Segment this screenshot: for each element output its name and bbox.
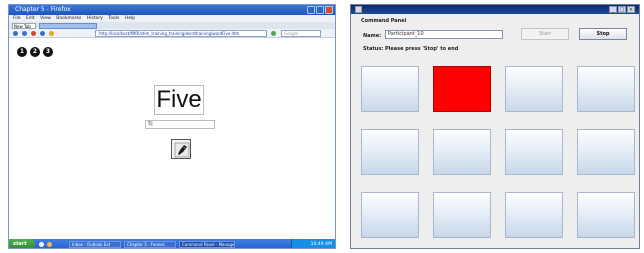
panel-titlebar: _ □ × (351, 5, 639, 14)
quicklaunch-icon[interactable] (39, 242, 44, 247)
browser-titlebar: Chapter 5 - Firefox (9, 5, 335, 15)
browser-tabbar: New Tab (9, 22, 335, 29)
panel-heading: Command Panel (361, 18, 407, 24)
answer-input[interactable]: 5| (145, 120, 215, 129)
counter-circle-1[interactable]: 1 (17, 47, 27, 57)
menu-view[interactable]: View (40, 15, 51, 22)
grid-tile[interactable] (433, 129, 491, 175)
search-input[interactable]: Google (281, 30, 321, 37)
name-label: Name: (363, 33, 382, 39)
stop-icon[interactable] (31, 31, 36, 36)
minimize-icon[interactable]: _ (609, 6, 617, 13)
system-tray-clock[interactable]: 10:49 AM (291, 239, 335, 248)
start-button[interactable]: start (9, 239, 35, 248)
grid-tile[interactable] (361, 66, 419, 112)
task-button-browser[interactable]: Chapter 5 - Fennec (124, 241, 176, 248)
start-button[interactable]: Start (521, 28, 569, 40)
grid-tile[interactable] (505, 129, 563, 175)
grid-tile[interactable] (577, 66, 635, 112)
task-button-outlook[interactable]: Inbox - Outlook Ext (69, 241, 121, 248)
grid-tile[interactable] (577, 192, 635, 238)
page-content: 1 2 3 Five 5| (9, 39, 335, 239)
go-icon[interactable] (271, 31, 276, 36)
command-panel-window: _ □ × Command Panel Name: Participant_10… (350, 4, 640, 249)
app-icon (355, 6, 362, 13)
menu-bookmarks[interactable]: Bookmarks (56, 15, 81, 22)
close-icon[interactable] (325, 6, 333, 14)
grid-tile-highlighted[interactable] (433, 66, 491, 112)
record-button[interactable] (171, 139, 191, 159)
grid-tile[interactable] (505, 192, 563, 238)
pen-icon (174, 142, 190, 158)
status-label: Status: (363, 46, 384, 52)
status-text: Please press 'Stop' to end (385, 46, 459, 52)
reload-icon[interactable] (40, 31, 45, 36)
menu-help[interactable]: Help (125, 15, 135, 22)
grid-tile[interactable] (433, 192, 491, 238)
menu-edit[interactable]: Edit (26, 15, 35, 22)
minimize-icon[interactable] (307, 6, 315, 14)
task-button-panel[interactable]: Command Panel - Manager (179, 241, 235, 248)
browser-window: Chapter 5 - Firefox File Edit View Bookm… (8, 4, 336, 249)
home-icon[interactable] (49, 31, 54, 36)
close-icon[interactable]: × (627, 6, 635, 13)
grid-tile[interactable] (361, 129, 419, 175)
taskbar: start Inbox - Outlook Ext Chapter 5 - Fe… (9, 239, 335, 248)
menu-history[interactable]: History (87, 15, 103, 22)
grid-tile[interactable] (577, 129, 635, 175)
back-icon[interactable] (13, 31, 18, 36)
name-input[interactable]: Participant_10 (385, 30, 503, 39)
stimulus-word: Five (154, 85, 204, 115)
address-bar[interactable]: http://localhost/fMRI/stim_training_trai… (95, 30, 267, 37)
quicklaunch-icon-2[interactable] (47, 242, 52, 247)
browser-title: Chapter 5 - Firefox (15, 6, 71, 13)
grid-tile[interactable] (505, 66, 563, 112)
menu-tools[interactable]: Tools (108, 15, 119, 22)
maximize-icon[interactable]: □ (618, 6, 626, 13)
browser-navbar: http://localhost/fMRI/stim_training_trai… (9, 29, 335, 38)
grid-tile[interactable] (361, 192, 419, 238)
stop-button[interactable]: Stop (579, 28, 627, 40)
maximize-icon[interactable] (316, 6, 324, 14)
browser-menubar: File Edit View Bookmarks History Tools H… (9, 15, 335, 22)
counter-circle-2[interactable]: 2 (30, 47, 40, 57)
forward-icon[interactable] (22, 31, 27, 36)
counter-circle-3[interactable]: 3 (43, 47, 53, 57)
menu-file[interactable]: File (13, 15, 21, 22)
